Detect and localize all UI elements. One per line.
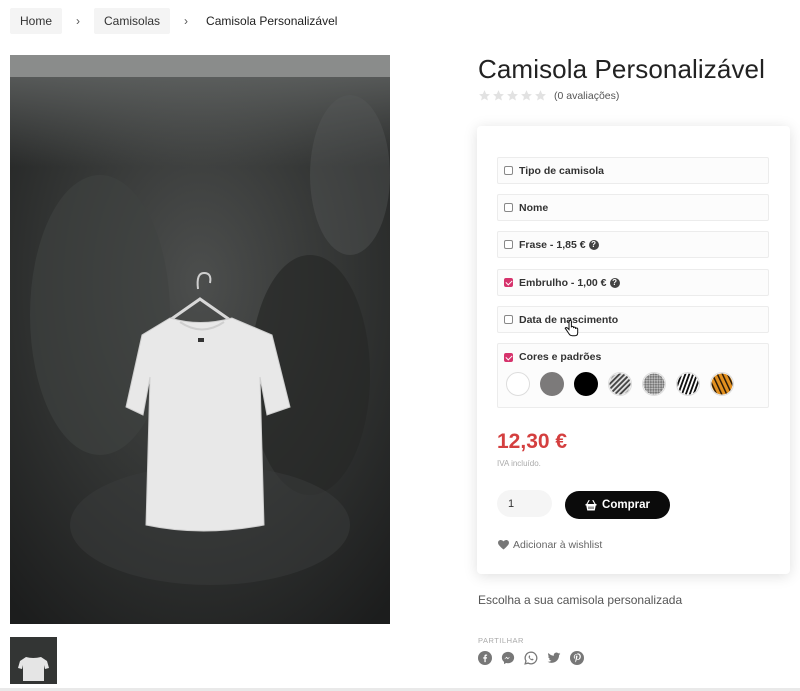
option-label: Cores e padrões: [519, 351, 602, 363]
messenger-icon[interactable]: [501, 651, 515, 665]
breadcrumb: Home › Camisolas › Camisola Personalizáv…: [10, 8, 337, 34]
wishlist-label: Adicionar à wishlist: [513, 539, 603, 551]
option-checkbox[interactable]: [504, 203, 513, 212]
wishlist-link[interactable]: Adicionar à wishlist: [498, 539, 602, 551]
option-cores-header[interactable]: Cores e padrões: [498, 344, 768, 363]
option-nome[interactable]: Nome: [497, 194, 769, 221]
tshirt-thumbnail-image: [10, 637, 57, 684]
share-label: PARTILHAR: [478, 636, 524, 645]
option-embrulho[interactable]: Embrulho - 1,00 € ?: [497, 269, 769, 296]
star-icon: [479, 90, 490, 101]
breadcrumb-home-link[interactable]: Home: [10, 8, 63, 34]
option-data-de-nascimento[interactable]: Data de nascimento: [497, 306, 769, 337]
swatch-light-check-pattern[interactable]: [642, 372, 666, 396]
product-price: 12,30 €: [497, 430, 568, 453]
option-checkbox[interactable]: [504, 166, 513, 175]
product-thumbnail[interactable]: [10, 637, 57, 684]
heart-icon: [498, 540, 509, 550]
option-label: Tipo de camisola: [519, 164, 604, 177]
swatch-grey[interactable]: [540, 372, 564, 396]
option-frase[interactable]: Frase - 1,85 € ?: [497, 231, 769, 258]
facebook-icon[interactable]: [478, 651, 492, 665]
basket-icon: [585, 499, 597, 510]
product-rating: (0 avaliações): [478, 89, 619, 102]
product-title: Camisola Personalizável: [478, 54, 765, 84]
product-description: Escolha a sua camisola personalizada: [478, 593, 683, 607]
whatsapp-icon[interactable]: [524, 651, 538, 665]
star-icon: [493, 90, 504, 101]
quantity-input[interactable]: [497, 490, 552, 517]
swatch-dark-check-pattern[interactable]: [608, 372, 632, 396]
twitter-icon[interactable]: [547, 651, 561, 665]
help-icon[interactable]: ?: [588, 239, 599, 250]
star-icon: [535, 90, 546, 101]
color-swatches: [506, 372, 734, 396]
option-checkbox-checked[interactable]: [504, 278, 513, 287]
tax-note: IVA incluído.: [497, 459, 541, 468]
pinterest-icon[interactable]: [570, 651, 584, 665]
tshirt-photo: [10, 55, 390, 624]
reviews-link[interactable]: (0 avaliações): [554, 90, 619, 102]
rating-stars: [478, 89, 547, 102]
product-main-image[interactable]: [10, 55, 390, 624]
breadcrumb-separator: ›: [76, 14, 81, 28]
star-icon: [507, 90, 518, 101]
breadcrumb-separator: ›: [184, 14, 189, 28]
swatch-zebra-pattern[interactable]: [676, 372, 700, 396]
option-cores-e-padroes: Cores e padrões: [497, 343, 769, 408]
star-icon: [521, 90, 532, 101]
product-options-card: Tipo de camisola Nome Frase - 1,85 € ? E…: [477, 126, 790, 574]
option-label: Embrulho - 1,00 €: [519, 276, 607, 289]
swatch-white[interactable]: [506, 372, 530, 396]
pointer-cursor-icon: [564, 320, 579, 337]
swatch-black[interactable]: [574, 372, 598, 396]
option-checkbox-checked[interactable]: [504, 352, 513, 362]
option-checkbox[interactable]: [504, 315, 513, 324]
breadcrumb-current: Camisola Personalizável: [206, 14, 338, 28]
option-tipo-de-camisola[interactable]: Tipo de camisola: [497, 157, 769, 184]
option-checkbox[interactable]: [504, 240, 513, 249]
option-label: Nome: [519, 201, 549, 214]
breadcrumb-category-link[interactable]: Camisolas: [94, 8, 171, 34]
help-icon[interactable]: ?: [609, 277, 620, 288]
buy-button[interactable]: Comprar: [565, 491, 670, 519]
option-label: Frase - 1,85 €: [519, 238, 586, 251]
swatch-tiger-pattern[interactable]: [710, 372, 734, 396]
share-icons: [478, 651, 584, 665]
buy-button-label: Comprar: [602, 499, 650, 511]
